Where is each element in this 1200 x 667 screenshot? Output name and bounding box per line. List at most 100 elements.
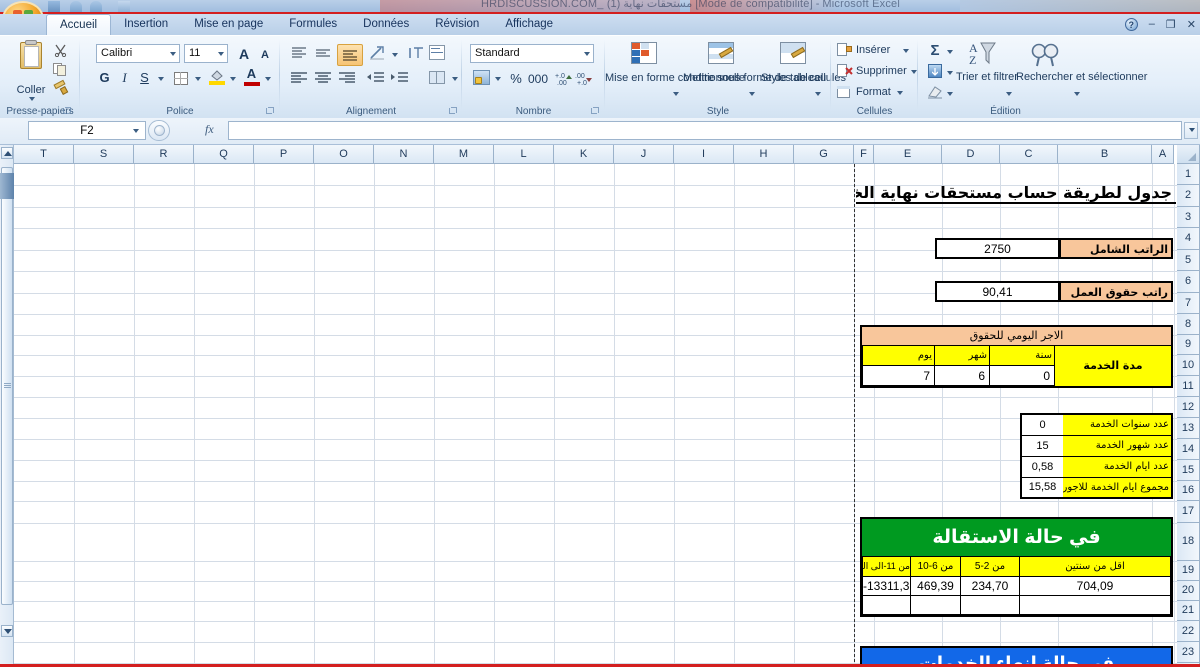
- accounting-chevron-down-icon[interactable]: [495, 77, 501, 81]
- font-family-combo[interactable]: Calibri: [96, 44, 180, 63]
- cut-button[interactable]: [53, 44, 68, 58]
- row-header-4[interactable]: 4: [1177, 228, 1200, 250]
- ribbon-tabs[interactable]: Accueil Insertion Mise en page Formules …: [46, 14, 566, 35]
- row-header-1[interactable]: 1: [1177, 164, 1200, 185]
- service-row-value-3[interactable]: 15,58: [1022, 478, 1063, 497]
- fill-color-button[interactable]: [208, 69, 227, 88]
- vertical-scrollbar[interactable]: [0, 145, 14, 667]
- orientation-chevron-down-icon[interactable]: [392, 53, 398, 57]
- row-header-23[interactable]: 23: [1177, 642, 1200, 663]
- italic-button[interactable]: I: [116, 69, 133, 87]
- fill-color-chevron-down-icon[interactable]: [230, 77, 236, 81]
- row-header-13[interactable]: 13: [1177, 418, 1200, 439]
- decrease-indent-button[interactable]: [366, 70, 388, 88]
- column-header-A[interactable]: A: [1152, 145, 1174, 164]
- number-format-combo[interactable]: Standard: [470, 44, 594, 63]
- insert-function-icon[interactable]: fx: [205, 122, 214, 137]
- cell-salary-value[interactable]: 2750: [935, 238, 1060, 259]
- column-header-K[interactable]: K: [554, 145, 614, 164]
- service-row-label-1[interactable]: عدد شهور الخدمة: [1062, 436, 1171, 457]
- service-row-label-2[interactable]: عدد ايام الخدمة: [1062, 457, 1171, 478]
- row-header-20[interactable]: 20: [1177, 581, 1200, 601]
- fill-chevron-down-icon[interactable]: [947, 71, 953, 75]
- undo-icon[interactable]: [70, 1, 82, 12]
- fill-series-button[interactable]: [926, 63, 944, 80]
- autosum-button[interactable]: Σ: [926, 42, 944, 60]
- paste-button[interactable]: [14, 42, 48, 82]
- tab-affichage[interactable]: Affichage: [492, 14, 566, 35]
- find-chevron-down-icon[interactable]: [1074, 92, 1080, 96]
- cell-duration-header-year[interactable]: سنة: [989, 346, 1055, 366]
- format-painter-button[interactable]: [53, 80, 69, 95]
- tab-insertion[interactable]: Insertion: [111, 14, 181, 35]
- column-header-I[interactable]: I: [674, 145, 734, 164]
- number-format-chevron-down-icon[interactable]: [584, 52, 590, 56]
- expand-formula-bar-button[interactable]: [1184, 122, 1198, 139]
- column-header-J[interactable]: J: [614, 145, 674, 164]
- align-left-button[interactable]: [289, 70, 311, 88]
- resignation-value-3[interactable]: 704,09: [1019, 576, 1171, 596]
- tab-revision[interactable]: Révision: [422, 14, 492, 35]
- minimize-button[interactable]: –: [1149, 18, 1155, 30]
- conditional-formatting-button[interactable]: [627, 42, 659, 70]
- row-header-10[interactable]: 10: [1177, 355, 1200, 376]
- paste-chevron-down-icon[interactable]: [29, 97, 35, 101]
- vertical-scroll-thumb[interactable]: [1, 167, 13, 605]
- column-header-L[interactable]: L: [494, 145, 554, 164]
- borders-button[interactable]: [172, 69, 191, 87]
- row-header-5[interactable]: 5: [1177, 250, 1200, 271]
- cell-resignation-title[interactable]: في حالة الاستقالة: [862, 519, 1171, 557]
- cells-area[interactable]: جدول لطريقة حساب مستحقات نهاية الخدمة ال…: [14, 164, 1177, 667]
- decrease-font-size-button[interactable]: A: [256, 47, 274, 63]
- row-header-3[interactable]: 3: [1177, 207, 1200, 228]
- row-header-16[interactable]: 16: [1177, 481, 1200, 501]
- increase-font-size-button[interactable]: A: [235, 45, 253, 63]
- row-header-19[interactable]: 19: [1177, 561, 1200, 581]
- row-header-22[interactable]: 22: [1177, 621, 1200, 642]
- save-icon[interactable]: [48, 1, 60, 12]
- decrease-decimal-button[interactable]: .00+.0: [575, 70, 594, 88]
- select-all-button[interactable]: [1177, 145, 1200, 164]
- column-header-R[interactable]: R: [134, 145, 194, 164]
- column-header-E[interactable]: E: [874, 145, 942, 164]
- cell-title[interactable]: جدول لطريقة حساب مستحقات نهاية الخدمة: [856, 181, 1176, 204]
- column-header-H[interactable]: H: [734, 145, 794, 164]
- underline-chevron-down-icon[interactable]: [158, 77, 164, 81]
- align-center-button[interactable]: [313, 70, 335, 88]
- column-header-C[interactable]: C: [1000, 145, 1058, 164]
- format-table-chevron-down-icon[interactable]: [749, 92, 755, 96]
- sort-chevron-down-icon[interactable]: [1006, 92, 1012, 96]
- resignation-header-2[interactable]: من 2-5: [960, 557, 1020, 577]
- column-header-G[interactable]: G: [794, 145, 854, 164]
- column-header-S[interactable]: S: [74, 145, 134, 164]
- scroll-up-button[interactable]: [1, 147, 13, 159]
- resignation-empty-1[interactable]: [910, 595, 961, 615]
- print-preview-icon[interactable]: [118, 1, 130, 12]
- font-size-chevron-down-icon[interactable]: [218, 52, 224, 56]
- resignation-value-0[interactable]: -13311,37: [862, 576, 911, 596]
- cell-duration-header-month[interactable]: شهر: [934, 346, 990, 366]
- cell-salary-label[interactable]: الراتب الشامل: [1059, 238, 1173, 259]
- row-header-17[interactable]: 17: [1177, 501, 1200, 523]
- insert-chevron-down-icon[interactable]: [903, 49, 909, 53]
- cell-daily-header[interactable]: الاجر اليومي للحقوق: [862, 327, 1171, 346]
- close-button[interactable]: ✕: [1187, 18, 1196, 31]
- service-row-value-2[interactable]: 0,58: [1022, 457, 1063, 478]
- find-select-button[interactable]: [1030, 42, 1060, 68]
- scroll-down-button[interactable]: [1, 625, 13, 637]
- column-header-Q[interactable]: Q: [194, 145, 254, 164]
- row-header-8[interactable]: 8: [1177, 314, 1200, 335]
- merge-chevron-down-icon[interactable]: [452, 77, 458, 81]
- resignation-header-3[interactable]: اقل من سنتين: [1019, 557, 1171, 577]
- font-family-chevron-down-icon[interactable]: [170, 52, 176, 56]
- window-controls[interactable]: ? – ❐ ✕: [1125, 14, 1196, 34]
- conditional-chevron-down-icon[interactable]: [673, 92, 679, 96]
- bold-button[interactable]: G: [96, 69, 113, 87]
- help-icon[interactable]: ?: [1125, 18, 1138, 31]
- row-header-11[interactable]: 11: [1177, 376, 1200, 397]
- merge-cells-button[interactable]: [426, 69, 450, 89]
- cell-rights-value[interactable]: 90,41: [935, 281, 1060, 302]
- text-direction-button[interactable]: [406, 45, 428, 63]
- copy-button[interactable]: [53, 62, 68, 76]
- resignation-empty-0[interactable]: [862, 595, 911, 615]
